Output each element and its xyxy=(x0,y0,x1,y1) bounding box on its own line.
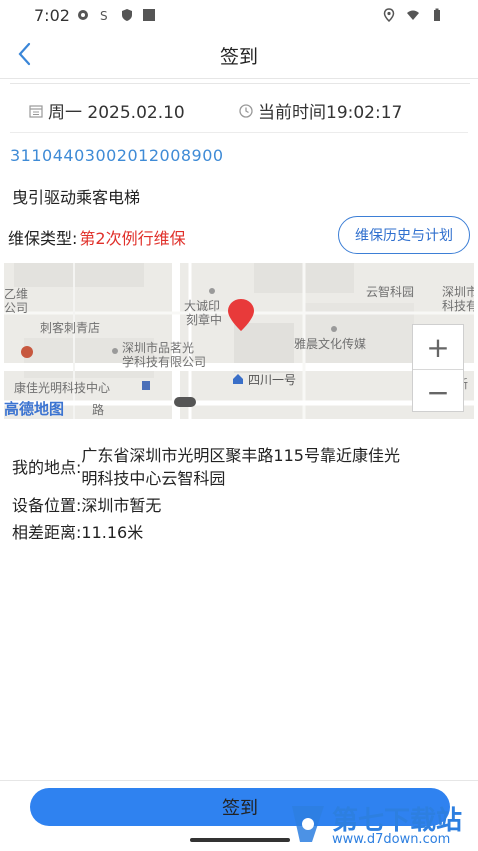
home-marker-icon xyxy=(233,374,243,384)
map-view[interactable]: 乙维 公司 刺客刺青店 大诚印 刻章中 云智科园 深圳市 科技有 深圳市品茗光 … xyxy=(4,263,474,419)
status-icons-left: S xyxy=(76,8,156,22)
distance-difference: 相差距离:11.16米 xyxy=(12,523,144,542)
watermark-url: www.d7down.com xyxy=(332,832,451,847)
map-label-road: 路 xyxy=(92,403,105,417)
map-zoom-control: + − xyxy=(412,324,464,412)
status-icons-right xyxy=(382,8,444,22)
map-label-yunzhi: 云智科园 xyxy=(366,285,415,299)
battery-icon xyxy=(434,8,440,21)
zoom-out-button[interactable]: − xyxy=(413,369,463,414)
device-location: 设备位置:深圳市暂无 xyxy=(12,496,162,515)
wifi-icon xyxy=(407,10,419,20)
maintenance-history-button[interactable]: 维保历史与计划 xyxy=(338,216,470,254)
square-icon xyxy=(143,9,155,21)
watermark: 第七下载站 www.d7down.com xyxy=(288,800,478,850)
my-location-label: 我的地点: xyxy=(12,458,82,477)
map-label-kangjia: 康佳光明科技中心 xyxy=(14,381,111,395)
date-time-row: 周一 2025.02.10 当前时间19:02:17 xyxy=(10,86,468,133)
map-label-cike: 刺客刺青店 xyxy=(40,321,101,335)
watermark-logo-icon xyxy=(292,806,324,842)
date-display: 周一 2025.02.10 xyxy=(28,98,185,123)
map-label-gongsi: 公司 xyxy=(4,301,29,315)
my-location: 我的地点: 广东省深圳市光明区聚丰路115号靠近康佳光 明科技中心云智科园 xyxy=(12,444,468,490)
map-label-sichuan: 四川一号 xyxy=(248,373,297,387)
zoom-in-button[interactable]: + xyxy=(413,325,463,369)
divider xyxy=(10,83,470,84)
status-bar: 7:02 S xyxy=(0,0,478,32)
location-icon xyxy=(383,8,395,22)
gear-icon xyxy=(78,10,88,20)
gesture-nav-bar[interactable] xyxy=(190,838,290,842)
page-title: 签到 xyxy=(219,46,258,68)
poi-marker-icon xyxy=(21,346,33,358)
device-name: 曳引驱动乘客电梯 xyxy=(12,188,141,207)
calendar-icon xyxy=(29,104,43,118)
device-serial-number: 31104403002012008900 xyxy=(10,146,224,165)
sim-icon: S xyxy=(100,9,108,22)
my-location-value-line2: 明科技中心云智科园 xyxy=(81,469,226,488)
map-label-kezhang: 刻章中 xyxy=(186,313,223,327)
clock-icon xyxy=(239,103,253,118)
map-label-yachen: 雅晨文化传媒 xyxy=(294,337,367,351)
maintenance-type-label: 维保类型: xyxy=(8,229,78,248)
map-label-pinmao-2: 学科技有限公司 xyxy=(122,355,207,369)
maintenance-type-value: 第2次例行维保 xyxy=(79,229,186,248)
location-pin-icon xyxy=(228,299,254,331)
shield-icon xyxy=(122,9,132,21)
app-header: 签到 xyxy=(0,32,478,79)
current-time-text: 当前时间19:02:17 xyxy=(258,103,403,123)
date-text: 周一 2025.02.10 xyxy=(48,103,185,123)
map-label-keji-right: 科技有 xyxy=(442,299,474,313)
building-marker-icon xyxy=(142,381,150,390)
status-time: 7:02 xyxy=(34,6,70,25)
maintenance-type: 维保类型: 第2次例行维保 xyxy=(8,225,186,249)
current-time-display: 当前时间19:02:17 xyxy=(238,98,402,123)
svg-text:S: S xyxy=(100,9,108,22)
amap-logo: 高德地图 xyxy=(4,400,65,418)
my-location-value-line1: 广东省深圳市光明区聚丰路115号靠近康佳光 xyxy=(81,446,400,465)
